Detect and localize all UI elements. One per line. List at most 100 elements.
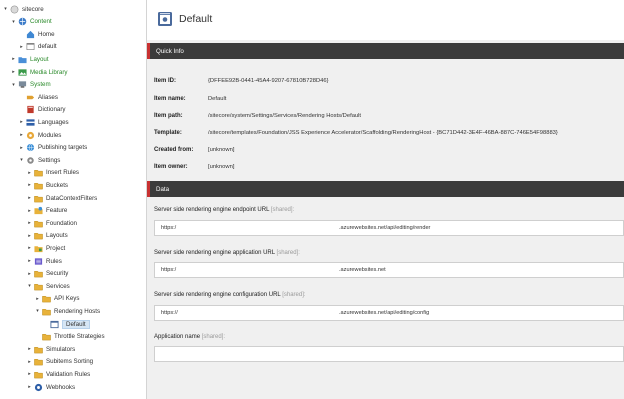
expand-arrow-icon[interactable]: ▸: [34, 293, 41, 305]
tree-item-label: Rendering Hosts: [54, 307, 101, 315]
quick-info-label: Item path:: [154, 113, 183, 119]
quick-info-title: Quick Info: [156, 47, 184, 55]
expand-arrow-icon[interactable]: ▸: [10, 53, 17, 65]
collapse-arrow-icon[interactable]: ▾: [26, 280, 33, 292]
tree-item-sitecore[interactable]: ▾ sitecore: [2, 3, 44, 15]
section-accent: [147, 43, 150, 59]
expand-arrow-icon[interactable]: ▸: [26, 192, 33, 204]
tree-item-label: Security: [46, 270, 69, 278]
tree-item-layouts[interactable]: ▸ Layouts: [26, 230, 68, 242]
expand-arrow-icon[interactable]: ▸: [26, 217, 33, 229]
tree-item-settings[interactable]: ▾ Settings: [18, 154, 60, 166]
expand-arrow-icon[interactable]: ▸: [26, 230, 33, 242]
tree-item-label: Throttle Strategies: [54, 333, 105, 341]
quick-info-value: Default: [208, 96, 227, 102]
expand-arrow-icon[interactable]: ▸: [26, 242, 33, 254]
tree-item-validation-rules[interactable]: ▸ Validation Rules: [26, 368, 90, 380]
tree-item-aliases[interactable]: Aliases: [18, 91, 58, 103]
field-input[interactable]: [154, 346, 624, 362]
folder-icon: [42, 332, 51, 341]
tree-item-buckets[interactable]: ▸ Buckets: [26, 179, 68, 191]
folder-icon: [34, 181, 43, 190]
folder-icon: [34, 269, 43, 278]
publishing-targets-icon: [26, 143, 35, 152]
expand-arrow-icon[interactable]: ▸: [26, 205, 33, 217]
webhooks-icon: [34, 383, 43, 392]
settings-icon: [26, 156, 35, 165]
tree-item-label: Project: [46, 244, 66, 252]
expand-arrow-icon[interactable]: ▸: [18, 129, 25, 141]
tree-item-publishing-targets[interactable]: ▸ Publishing targets: [18, 142, 87, 154]
tree-item-label: Dictionary: [38, 106, 66, 114]
folder-icon: [34, 370, 43, 379]
expand-arrow-icon[interactable]: ▸: [26, 381, 33, 393]
expand-arrow-icon[interactable]: ▸: [26, 268, 33, 280]
expand-arrow-icon[interactable]: ▸: [18, 41, 25, 53]
tree-item-label: Home: [38, 30, 55, 38]
collapse-arrow-icon[interactable]: ▾: [10, 16, 17, 28]
folder-icon: [34, 282, 43, 291]
rules-icon: [34, 257, 43, 266]
expand-arrow-icon[interactable]: ▸: [18, 142, 25, 154]
tree-item-insert-rules[interactable]: ▸ Insert Rules: [26, 167, 79, 179]
quick-info-label: Item owner:: [154, 164, 188, 170]
tree-item-api-keys[interactable]: ▸ API Keys: [34, 293, 79, 305]
tree-item-label: Aliases: [38, 93, 58, 101]
tree-item-simulators[interactable]: ▸ Simulators: [26, 343, 75, 355]
tree-item-layout[interactable]: ▸ Layout: [10, 53, 49, 65]
tree-item-content[interactable]: ▾ Content: [10, 16, 52, 28]
media-library-icon: [18, 68, 27, 77]
tree-item-throttle-strategies[interactable]: Throttle Strategies: [34, 331, 105, 343]
expand-arrow-icon[interactable]: ▸: [26, 368, 33, 380]
collapse-arrow-icon[interactable]: ▾: [10, 79, 17, 91]
expand-arrow-icon[interactable]: ▸: [26, 356, 33, 368]
tree-item-dictionary[interactable]: Dictionary: [18, 104, 66, 116]
tree-item-services[interactable]: ▾ Services: [26, 280, 70, 292]
tree-item-label: System: [30, 81, 51, 89]
tree-item-media-library[interactable]: ▸ Media Library: [10, 66, 68, 78]
tree-item-security[interactable]: ▸ Security: [26, 268, 68, 280]
tree-item-feature[interactable]: ▸ Feature: [26, 205, 67, 217]
field-input[interactable]: https:/ .azurewebsites.net: [154, 262, 624, 278]
shared-tag: [shared]:: [280, 292, 306, 298]
quick-info-value: [unknown]: [208, 147, 235, 153]
expand-arrow-icon[interactable]: ▸: [26, 255, 33, 267]
page-icon: [26, 42, 35, 51]
field-input[interactable]: https:/ .azurewebsites.net/api/editing/re…: [154, 220, 624, 236]
tree-item-foundation[interactable]: ▸ Foundation: [26, 217, 77, 229]
data-section-header[interactable]: Data: [147, 181, 624, 197]
collapse-arrow-icon[interactable]: ▾: [2, 3, 9, 15]
tree-item-project[interactable]: ▸ Project: [26, 242, 65, 254]
tree-item-datacontextfilters[interactable]: ▸ DataContextFilters: [26, 192, 97, 204]
expand-arrow-icon[interactable]: ▸: [26, 179, 33, 191]
tree-item-webhooks[interactable]: ▸ Webhooks: [26, 381, 75, 393]
field-value-suffix: .azurewebsites.net/api/editing/config: [339, 310, 430, 316]
folder-icon: [34, 357, 43, 366]
quick-info-section-header[interactable]: Quick Info: [147, 43, 624, 59]
languages-icon: [26, 118, 35, 127]
tree-item-rules[interactable]: ▸ Rules: [26, 255, 62, 267]
tree-item-label: Subitems Sorting: [46, 358, 94, 366]
expand-arrow-icon[interactable]: ▸: [26, 343, 33, 355]
tree-item-label: Settings: [38, 156, 61, 164]
quick-info-value: [unknown]: [208, 164, 235, 170]
field-input[interactable]: https:// .azurewebsites.net/api/editing/c…: [154, 305, 624, 321]
tree-item-default[interactable]: ▸ default: [18, 41, 56, 53]
expand-arrow-icon[interactable]: ▸: [26, 167, 33, 179]
expand-arrow-icon[interactable]: ▸: [18, 116, 25, 128]
tree-item-system[interactable]: ▾ System: [10, 79, 51, 91]
field-label-text: Server side rendering engine configurati…: [154, 292, 281, 298]
tree-item-home[interactable]: Home: [18, 28, 55, 40]
collapse-arrow-icon[interactable]: ▾: [18, 154, 25, 166]
collapse-arrow-icon[interactable]: ▾: [34, 305, 41, 317]
tree-item-languages[interactable]: ▸ Languages: [18, 116, 68, 128]
tree-item-label: Media Library: [30, 68, 68, 76]
tree-item-label: Services: [46, 282, 70, 290]
tree-item-rendering-hosts[interactable]: ▾ Rendering Hosts: [34, 305, 100, 317]
page-title: Default: [179, 13, 213, 25]
tree-item-subitems-sorting[interactable]: ▸ Subitems Sorting: [26, 356, 93, 368]
tree-item-modules[interactable]: ▸ Modules: [18, 129, 61, 141]
tree-item-default[interactable]: Default: [42, 318, 90, 330]
folder-icon: [34, 194, 43, 203]
expand-arrow-icon[interactable]: ▸: [10, 66, 17, 78]
